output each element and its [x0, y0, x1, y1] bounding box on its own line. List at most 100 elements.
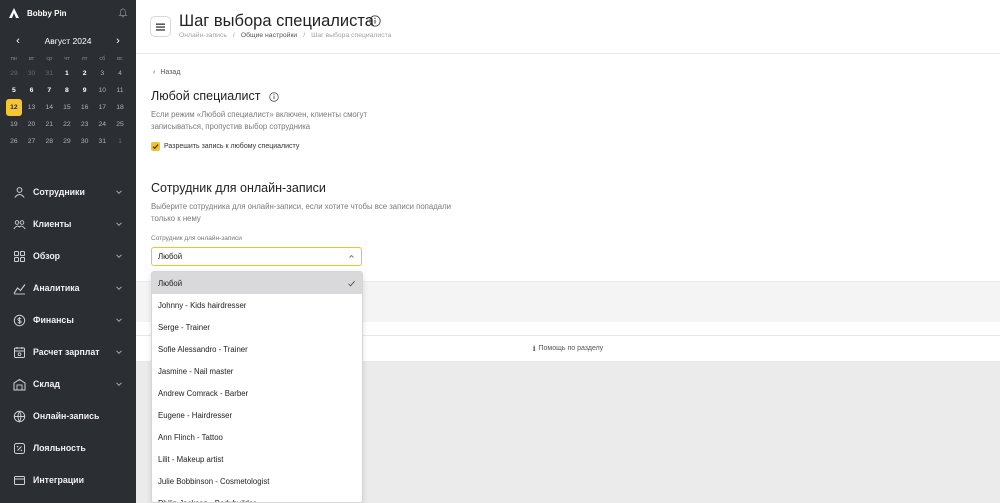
sidebar-item-label: Клиенты	[33, 219, 72, 229]
sidebar-nav: Сотрудники Клиенты Обзор Аналитика Финансы Ра…	[0, 176, 136, 496]
dropdown-option-label: Eugene - Hairdresser	[158, 410, 233, 420]
sidebar-item-label: Онлайн-запись	[33, 411, 100, 421]
dropdown-option[interactable]: Jasmine - Nail master	[152, 360, 362, 382]
calendar-day[interactable]: 8	[58, 82, 76, 99]
calendar-day[interactable]: 6	[23, 82, 41, 99]
calendar-day[interactable]: 26	[5, 133, 23, 150]
sidebar-item-loyalty[interactable]: Лояльность	[0, 432, 136, 464]
calendar-day[interactable]: 17	[93, 99, 111, 116]
employee-field-label: Сотрудник для онлайн-записи	[151, 235, 242, 242]
calendar-day[interactable]: 21	[40, 116, 58, 133]
calendar-day[interactable]: 4	[111, 65, 129, 82]
dropdown-option-label: Philip Jackson - Bodybuilder	[158, 498, 256, 503]
sidebar-item-label: Лояльность	[33, 443, 86, 453]
back-label: Назад	[160, 69, 181, 76]
calendar-day[interactable]: 15	[58, 99, 76, 116]
dropdown-option[interactable]: Serge - Trainer	[152, 316, 362, 338]
calendar-day[interactable]: 27	[23, 133, 41, 150]
dropdown-option[interactable]: Johnny - Kids hairdresser	[152, 294, 362, 316]
sidebar-item-label: Финансы	[33, 315, 74, 325]
dropdown-option-label: Johnny - Kids hairdresser	[158, 300, 247, 310]
calendar-day[interactable]: 19	[5, 116, 23, 133]
calendar-grid: пн вт ср чт пт сб вс 29 30 31 1 2 3 4 5 6 7 8 9 10 11 12 13 14 1…	[0, 53, 136, 150]
calendar-day[interactable]: 31	[93, 133, 111, 150]
any-specialist-checkbox-row[interactable]: Разрешить запись к любому специалисту	[151, 142, 299, 151]
calendar-day[interactable]: 1	[58, 65, 76, 82]
dropdown-option[interactable]: Julie Bobbinson - Cosmetologist	[152, 470, 362, 492]
brand-name: Bobby Pin	[27, 8, 67, 18]
integrations-icon	[14, 475, 25, 485]
dropdown-option[interactable]: Ann Flinch - Tattoo	[152, 426, 362, 448]
calendar-day[interactable]: 23	[76, 116, 94, 133]
bell-icon[interactable]	[118, 8, 128, 18]
calendar-month: Август 2024	[44, 36, 92, 46]
any-specialist-checkbox[interactable]	[151, 142, 160, 151]
calendar-weekday: ср	[46, 56, 53, 62]
next-month-icon[interactable]: ›	[112, 35, 124, 47]
menu-button[interactable]	[150, 16, 171, 37]
calendar-day[interactable]: 2	[76, 65, 94, 82]
sidebar-item-analytics[interactable]: Аналитика	[0, 272, 136, 304]
calendar-day[interactable]: 3	[93, 65, 111, 82]
chevron-down-icon	[116, 286, 122, 291]
calendar-day[interactable]: 30	[23, 65, 41, 82]
dropdown-option-label: Ann Flinch - Tattoo	[158, 432, 223, 442]
overview-icon	[14, 250, 25, 262]
calendar-day-today[interactable]: 12	[6, 99, 22, 116]
chevron-left-icon: ‹	[153, 69, 156, 76]
dropdown-option[interactable]: Sofie Alessandro - Trainer	[152, 338, 362, 360]
calendar-day[interactable]: 29	[5, 65, 23, 82]
any-specialist-description: Если режим «Любой специалист» включен, к…	[151, 110, 368, 131]
calendar-day[interactable]: 14	[40, 99, 58, 116]
chevron-down-icon	[116, 350, 122, 355]
dropdown-option-selected[interactable]: Любой	[152, 272, 362, 294]
calendar-day[interactable]: 11	[111, 82, 129, 99]
dropdown-option[interactable]: Philip Jackson - Bodybuilder	[152, 492, 362, 503]
info-icon[interactable]	[269, 92, 279, 102]
prev-month-icon[interactable]: ‹	[12, 35, 24, 47]
employee-select-value: Любой	[158, 252, 183, 261]
chevron-down-icon	[116, 222, 122, 227]
payroll-icon	[14, 346, 25, 358]
calendar-day[interactable]: 25	[111, 116, 129, 133]
calendar-day[interactable]: 28	[40, 133, 58, 150]
dropdown-option-label: Serge - Trainer	[158, 322, 211, 332]
calendar-day[interactable]: 30	[76, 133, 94, 150]
dropdown-option[interactable]: Lilit - Makeup artist	[152, 448, 362, 470]
calendar-weekday: сб	[99, 56, 106, 62]
info-icon[interactable]	[369, 15, 381, 27]
calendar-day[interactable]: 1	[111, 133, 129, 150]
calendar-day[interactable]: 5	[5, 82, 23, 99]
any-specialist-checkbox-label: Разрешить запись к любому специалисту	[164, 143, 300, 150]
calendar-day[interactable]: 20	[23, 116, 41, 133]
sidebar-item-label: Склад	[33, 379, 60, 389]
calendar-day[interactable]: 18	[111, 99, 129, 116]
dropdown-option[interactable]: Eugene - Hairdresser	[152, 404, 362, 426]
breadcrumb-item-general-settings[interactable]: Общие настройки	[241, 32, 297, 39]
calendar-header: ‹ Август 2024 ›	[0, 30, 136, 52]
sidebar-item-overview[interactable]: Обзор	[0, 240, 136, 272]
calendar-day[interactable]: 29	[58, 133, 76, 150]
finance-icon	[13, 314, 26, 326]
sidebar-item-payroll[interactable]: Расчет зарплат	[0, 336, 136, 368]
calendar-day[interactable]: 24	[93, 116, 111, 133]
calendar-day[interactable]: 16	[76, 99, 94, 116]
calendar-day[interactable]: 13	[23, 99, 41, 116]
sidebar-item-employees[interactable]: Сотрудники	[0, 176, 136, 208]
breadcrumb-item-online-booking[interactable]: Онлайн-запись	[179, 32, 227, 39]
calendar-day[interactable]: 22	[58, 116, 76, 133]
employee-select[interactable]: Любой	[151, 247, 362, 266]
sidebar-item-clients[interactable]: Клиенты	[0, 208, 136, 240]
back-link[interactable]: ‹ Назад	[153, 69, 180, 76]
page-title: Шаг выбора специалиста	[179, 12, 374, 30]
sidebar-item-warehouse[interactable]: Склад	[0, 368, 136, 400]
sidebar-item-online-booking[interactable]: Онлайн-запись	[0, 400, 136, 432]
calendar-day[interactable]: 31	[40, 65, 58, 82]
calendar-day[interactable]: 10	[93, 82, 111, 99]
calendar-day[interactable]: 9	[76, 82, 94, 99]
dropdown-option[interactable]: Andrew Comrack - Barber	[152, 382, 362, 404]
sidebar-item-integrations[interactable]: Интеграции	[0, 464, 136, 496]
sidebar-item-finance[interactable]: Финансы	[0, 304, 136, 336]
calendar-day[interactable]: 7	[40, 82, 58, 99]
dropdown-option-label: Любой	[158, 278, 183, 288]
